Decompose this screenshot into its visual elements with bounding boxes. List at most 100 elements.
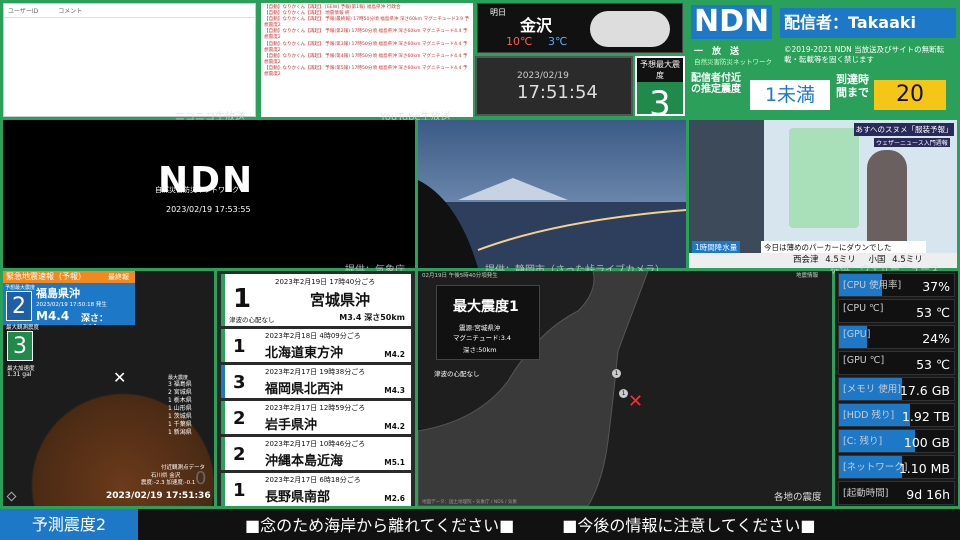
eew-summary: 予想最大震度 2 福島県沖 2023/02/19 17:50:18 発生 M4.… (3, 283, 135, 334)
recent-quake-list: 1 2023年2月19日 17時40分ごろ 宮城県沖 津波の心配なし M3.4 … (217, 271, 415, 506)
eew-obs-intensity: 3 (7, 331, 33, 361)
local-intensity-label: 配信者付近の推定震度 (691, 73, 741, 95)
quake-place: 福岡県北西沖 (265, 382, 344, 397)
weather-panel: 明日 金沢 10℃ 3℃ (477, 3, 683, 53)
quake-intensity: 1 (233, 480, 246, 501)
max-intensity-label: 予想最大震度 (637, 58, 683, 82)
quake-info-map: 02月19日 午後5時40分頃発生 地震情報 最大震度1 震源:宮城県沖 マグニ… (418, 271, 832, 506)
quake-magnitude: M4.2 (384, 350, 405, 359)
quake-item[interactable]: 1 2023年2月18日 4時09分ごろ 北海道東方沖 M4.2 (221, 329, 411, 362)
monitor-row: [GPU] 24% (838, 325, 955, 349)
chat-line: 【自動】なりかくん【再起】 予報(第4報) 17時50分頃 福島県沖 深さ60k… (264, 53, 468, 65)
eew-magnitude: M4.4 (36, 309, 70, 323)
monitor-row: [メモリ 使用] 17.6 GB (838, 377, 955, 401)
monitor-value: 53 ℃ (916, 305, 950, 320)
station-intensity-icon: 1 (612, 369, 621, 378)
copyright-notice: ©2019-2021 NDN 当放送及びサイトの無断転載・転載等を固く禁じます (784, 45, 945, 64)
map-magnitude: マグニチュード:3.4 (453, 334, 512, 342)
monitor-label: [GPU] (843, 329, 871, 340)
map-footer: 地図データ：国土地理院・気象庁 / NDS / 気象 (422, 500, 517, 505)
monitor-row: [CPU 使用率] 37% (838, 273, 955, 297)
weather-low: 3℃ (548, 35, 568, 48)
quake-intensity: 1 (233, 336, 246, 357)
legend-item: 1 栃木県 (168, 397, 192, 404)
monitor-row: [GPU ℃] 53 ℃ (838, 351, 955, 375)
eew-region-label: 予想最大震度 (5, 285, 36, 291)
quake-item[interactable]: 2 2023年2月17日 12時59分ごろ 岩手県沖 M4.2 (221, 401, 411, 434)
quake-place: 長野県南部 (265, 490, 331, 505)
comment-header: コメント (58, 8, 83, 15)
monitor-value: 100 GB (903, 435, 950, 450)
quake-magnitude: M5.1 (384, 458, 405, 467)
chat-line: 【自動】なりかくん【再起】 予報(最終報) 17時50分頃 福島県沖 深さ60k… (264, 17, 470, 29)
weathernews-view: あすへのスヌメ「服装予報」 ウェザーニュース入門週報 1時間降水量 今日は薄めの… (689, 120, 957, 268)
quake-time: 2023年2月17日 10時46分ごろ (265, 440, 366, 448)
clock-panel: 2023/02/19 17:51:54 (475, 56, 633, 116)
quake-magnitude: M2.6 (384, 494, 405, 503)
news-subbanner: ウェザーニュース入門週報 (874, 138, 950, 147)
quake-time: 2023年2月17日 19時38分ごろ (265, 368, 366, 376)
quake-item[interactable]: 2 2023年2月17日 10時46分ごろ 沖縄本島近海 M5.1 (221, 437, 411, 470)
ndn-logo: NDN (691, 5, 773, 39)
quake-magnitude: M4.2 (384, 422, 405, 431)
map-epicenter: 震源:宮城県沖 (459, 324, 501, 332)
ticker-text: ■念のため海岸から離れてください■ ■今後の情報に注意してください■ (245, 516, 816, 535)
legend-item: 1 茨城県 (168, 413, 192, 420)
monitor-label: [GPU ℃] (843, 355, 885, 366)
youtube-chat-log: 【自動】なりかくん【再起】 [EEW] 予報(第1報) 福島県沖 行政合 【自動… (261, 3, 473, 117)
quake-place: 岩手県沖 (265, 418, 318, 433)
quake-time: 2023年2月17日 6時18分ごろ (265, 476, 361, 484)
monitor-label: [C: 残り] (843, 436, 883, 447)
quake-item[interactable]: 3 2023年2月17日 19時38分ごろ 福岡県北西沖 M4.3 (221, 365, 411, 398)
monitor-value: 37% (922, 279, 950, 294)
live-camera-view (418, 120, 686, 268)
eew-near-values: 震度:-2.3 加速度:-0.1 (141, 480, 196, 486)
quake-item[interactable]: 1 2023年2月17日 6時18分ごろ 長野県南部 M2.6 (221, 473, 411, 506)
quake-item-latest[interactable]: 1 2023年2月19日 17時40分ごろ 宮城県沖 津波の心配なし M3.4 … (221, 274, 411, 326)
chat-line: 【自動】なりかくん【再起】 予報(第2報) 17時50分頃 福島県沖 深さ60k… (264, 29, 468, 41)
system-monitor: [CPU 使用率] 37% [CPU ℃] 53 ℃ [GPU] 24% [GPU ℃… (835, 271, 958, 506)
quake-time: 2023年2月19日 17時40分ごろ (275, 278, 376, 286)
quake-intensity: 2 (233, 408, 246, 429)
main-broadcast-view: NDN 自然災害防災ネットワーク 2023/02/19 17:53:55 (3, 120, 415, 268)
weather-day-label: 明日 (490, 8, 506, 17)
monitor-value: 1.10 MB (898, 461, 950, 476)
quake-magnitude: M4.3 (384, 386, 405, 395)
quake-time: 2023年2月18日 4時09分ごろ (265, 332, 361, 340)
quake-intensity: 2 (233, 444, 246, 465)
monitor-row: [C: 残り] 100 GB (838, 429, 955, 453)
legend-item: 1 新潟県 (168, 429, 192, 436)
monitor-label: [HDD 残り] (843, 410, 895, 421)
quake-place: 北海道東方沖 (265, 346, 344, 361)
monitor-value: 53 ℃ (916, 357, 950, 372)
forecast-board (789, 128, 859, 228)
legend-item: 3 福島県 (168, 381, 192, 388)
legend-item: 1 山形県 (168, 405, 192, 412)
eew-region: 福島県沖 (36, 287, 80, 300)
weather-city: 金沢 (520, 16, 553, 35)
eew-legend-title: 最大震度 (168, 375, 189, 381)
quake-magnitude: M3.4 深さ50km (339, 313, 405, 322)
epicenter-mark-icon: ✕ (113, 368, 127, 387)
eew-accel: 1.31 gal (7, 371, 32, 378)
eew-obs-label: 最大観測震度 (6, 325, 40, 331)
monitor-value: 17.6 GB (899, 383, 950, 398)
comment-panel: ユーザーID コメント (3, 3, 256, 117)
monitor-label: [CPU ℃] (843, 303, 884, 314)
monitor-label: [起動時間] (843, 488, 889, 499)
cloud-icon (590, 11, 670, 47)
user-id-header: ユーザーID (8, 8, 39, 15)
arrival-label: 到達時間まで (836, 73, 869, 99)
quake-intensity: 1 (233, 284, 252, 314)
legend-item: 2 宮城県 (168, 389, 192, 396)
map-info-card: 最大震度1 震源:宮城県沖 マグニチュード:3.4 深さ:50km (436, 285, 540, 360)
monitor-row: [HDD 残り] 1.92 TB (838, 403, 955, 427)
quake-tsunami: 津波の心配なし (229, 316, 275, 324)
map-title: 最大震度1 (453, 299, 519, 315)
bottom-ticker: 予測震度2 ■念のため海岸から離れてください■ ■今後の情報に注意してください■ (0, 509, 960, 540)
monitor-value: 9d 16h (906, 487, 950, 502)
eew-near-intensity: 0 (195, 468, 207, 489)
quake-time: 2023年2月17日 12時59分ごろ (265, 404, 366, 412)
ndn-main-subtitle: 自然災害防災ネットワーク (155, 186, 239, 194)
ticker-label: 予測震度2 (0, 509, 138, 540)
